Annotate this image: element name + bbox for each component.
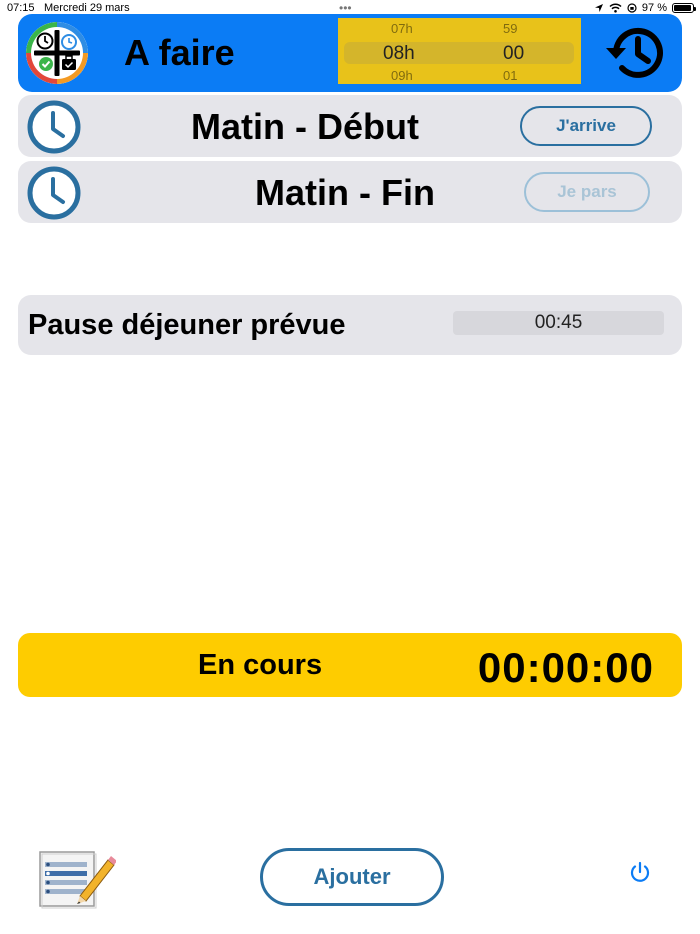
leave-button[interactable]: Je pars [524,172,650,212]
picker-minute-next[interactable]: 01 [503,68,517,83]
picker-minute-prev[interactable]: 59 [503,21,517,36]
lunch-break-row: Pause déjeuner prévue 00:45 [18,295,682,355]
orientation-lock-icon [627,3,637,13]
history-button[interactable] [600,20,670,86]
wifi-icon [609,3,622,13]
time-picker[interactable]: 07h 08h 09h 59 00 01 [338,18,581,84]
add-button[interactable]: Ajouter [260,848,444,906]
history-icon [606,27,663,78]
status-right: 97 % [594,2,696,14]
multitasking-dots-icon[interactable]: ••• [339,1,352,15]
task-row-morning-start: Matin - Début J'arrive [18,95,682,157]
battery-percent: 97 % [641,2,667,14]
progress-bar: En cours 00:00:00 [18,633,682,697]
location-arrow-icon [594,4,603,12]
picker-hour-prev[interactable]: 07h [391,21,413,36]
lunch-break-label: Pause déjeuner prévue [28,309,346,341]
picker-minute-selected[interactable]: 00 [503,43,524,65]
status-date: Mercredi 29 mars [44,2,130,14]
list-edit-button[interactable] [36,846,117,910]
progress-status: En cours [198,649,323,681]
app-logo-icon [26,22,88,84]
picker-selection-band [344,42,574,64]
power-button[interactable] [628,860,652,884]
elapsed-timer: 00:00:00 [477,644,654,691]
task-label: Matin - Début [191,106,419,147]
power-icon [630,861,650,882]
battery-icon [672,3,696,13]
header-bar: A faire 07h 08h 09h 59 00 01 [18,14,682,92]
task-row-morning-end: Matin - Fin Je pars [18,161,682,223]
page-title: A faire [124,32,235,73]
lunch-break-duration-field[interactable]: 00:45 [453,311,664,335]
picker-hour-selected[interactable]: 08h [383,43,415,65]
arrive-button[interactable]: J'arrive [520,106,652,146]
list-edit-icon [39,851,117,909]
picker-hour-next[interactable]: 09h [391,68,413,83]
status-time: 07:15 [7,2,35,14]
battery-fill [674,5,692,11]
